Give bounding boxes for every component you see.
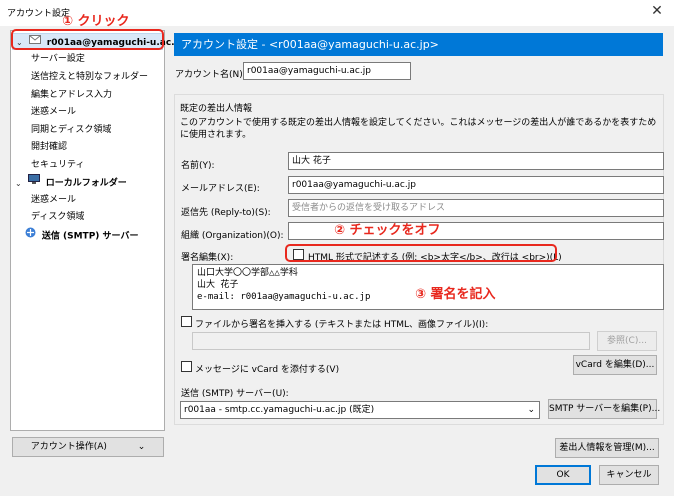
tree-item-local-disk[interactable]: ディスク領域 [31, 209, 84, 226]
edit-vcard-button[interactable]: vCard を編集(D)... [573, 355, 657, 375]
annotation-click: ① クリック [62, 14, 130, 29]
manage-identities-button[interactable]: 差出人情報を管理(M)... [555, 438, 659, 458]
name-field[interactable]: 山大 花子 [288, 152, 664, 170]
browse-button[interactable]: 参照(C)... [597, 331, 657, 351]
annotation-write-signature: ③ 署名を記入 [415, 287, 496, 302]
email-label: メールアドレス(E): [181, 184, 260, 194]
tree-item-local-folders[interactable]: ⌄ ローカルフォルダー [15, 174, 127, 191]
tree-item-server[interactable]: サーバー設定 [31, 51, 85, 68]
tree-item-copies[interactable]: 送信控えと特別なフォルダー [31, 69, 148, 86]
signature-file-label: ファイルから署名を挿入する (テキストまたは HTML、画像ファイル)(I): [195, 320, 489, 330]
account-name-label: アカウント名(N): [175, 70, 246, 80]
settings-header: アカウント設定 - <r001aa@yamaguchi-u.ac.jp> [174, 33, 663, 56]
tree-item-receipts[interactable]: 開封確認 [31, 139, 67, 156]
cancel-button[interactable]: キャンセル [599, 465, 659, 485]
identity-heading: 既定の差出人情報 [180, 104, 253, 114]
chevron-down-icon[interactable]: ⌄ [15, 175, 25, 192]
tree-item-composition[interactable]: 編集とアドレス入力 [31, 87, 112, 104]
signature-file-checkbox[interactable] [181, 316, 192, 327]
signature-label: 署名編集(X): [181, 253, 234, 263]
name-label: 名前(Y): [181, 161, 215, 171]
smtp-server-label: 送信 (SMTP) サーバー(U): [181, 389, 289, 399]
close-icon[interactable]: ✕ [648, 3, 666, 19]
vcard-checkbox[interactable] [181, 361, 192, 372]
smtp-server-value: r001aa - smtp.cc.yamaguchi-u.ac.jp (既定) [184, 405, 375, 415]
computer-icon [27, 174, 40, 192]
tree-item-junk[interactable]: 迷惑メール [31, 104, 76, 121]
ok-button[interactable]: OK [535, 465, 591, 485]
chevron-down-icon: ⌄ [137, 442, 146, 452]
smtp-server-select[interactable]: r001aa - smtp.cc.yamaguchi-u.ac.jp (既定) … [180, 401, 540, 419]
account-actions-button[interactable]: アカウント操作(A) ⌄ [12, 437, 164, 457]
tree-item-sync[interactable]: 同期とディスク領域 [31, 122, 111, 139]
smtp-label: 送信 (SMTP) サーバー [41, 231, 139, 242]
tree-item-local-junk[interactable]: 迷惑メール [31, 192, 76, 209]
email-field[interactable]: r001aa@yamaguchi-u.ac.jp [288, 176, 664, 194]
vcard-label: メッセージに vCard を添付する(V) [195, 365, 340, 375]
account-name-field[interactable]: r001aa@yamaguchi-u.ac.jp [243, 62, 411, 80]
identity-description: このアカウントで使用する既定の差出人情報を設定してください。これはメッセージの差… [180, 118, 657, 140]
annotation-check-off: ② チェックをオフ [334, 223, 441, 238]
local-folders-label: ローカルフォルダー [45, 178, 127, 189]
edit-smtp-button[interactable]: SMTP サーバーを編集(P)... [548, 399, 660, 419]
server-icon [25, 227, 36, 245]
organization-label: 組織 (Organization)(O): [181, 231, 284, 241]
annotation-box-html [285, 244, 557, 262]
tree-item-smtp[interactable]: 送信 (SMTP) サーバー [25, 227, 138, 244]
replyto-label: 返信先 (Reply-to)(S): [181, 208, 271, 218]
account-actions-label: アカウント操作(A) [30, 442, 107, 452]
chevron-down-icon: ⌄ [527, 405, 535, 415]
signature-file-field[interactable] [192, 332, 590, 350]
replyto-field[interactable]: 受信者からの返信を受け取るアドレス [288, 199, 664, 217]
annotation-box-account [11, 29, 164, 50]
tree-item-security[interactable]: セキュリティ [31, 157, 84, 174]
window-title: アカウント設定 [7, 9, 71, 19]
account-tree: ⌄ r001aa@yamaguchi-u.ac.jp サーバー設定 送信控えと特… [10, 30, 184, 431]
